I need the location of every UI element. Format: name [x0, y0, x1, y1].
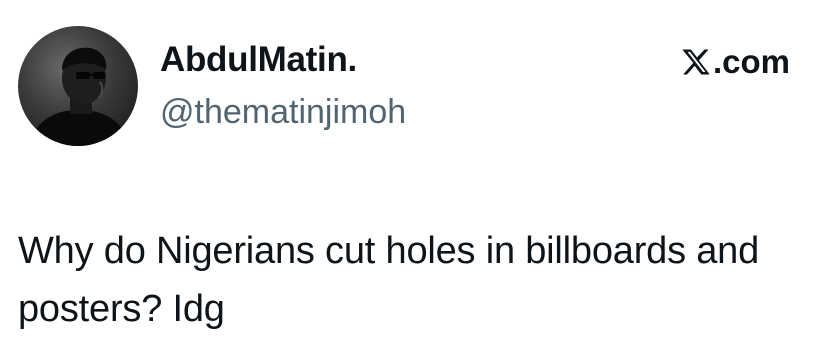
profile-photo-icon	[28, 47, 130, 146]
display-name[interactable]: AbdulMatin.	[160, 38, 406, 82]
tweet-card: AbdulMatin. @thematinjimoh .com Why do N…	[0, 0, 828, 349]
avatar[interactable]	[18, 26, 138, 146]
source-domain: .com	[712, 43, 790, 80]
author-info: AbdulMatin. @thematinjimoh	[160, 38, 406, 132]
tweet-text: Why do Nigerians cut holes in billboards…	[18, 230, 760, 330]
source-link[interactable]: .com	[681, 42, 790, 82]
user-handle[interactable]: @thematinjimoh	[160, 92, 406, 132]
x-logo-icon	[682, 49, 710, 75]
